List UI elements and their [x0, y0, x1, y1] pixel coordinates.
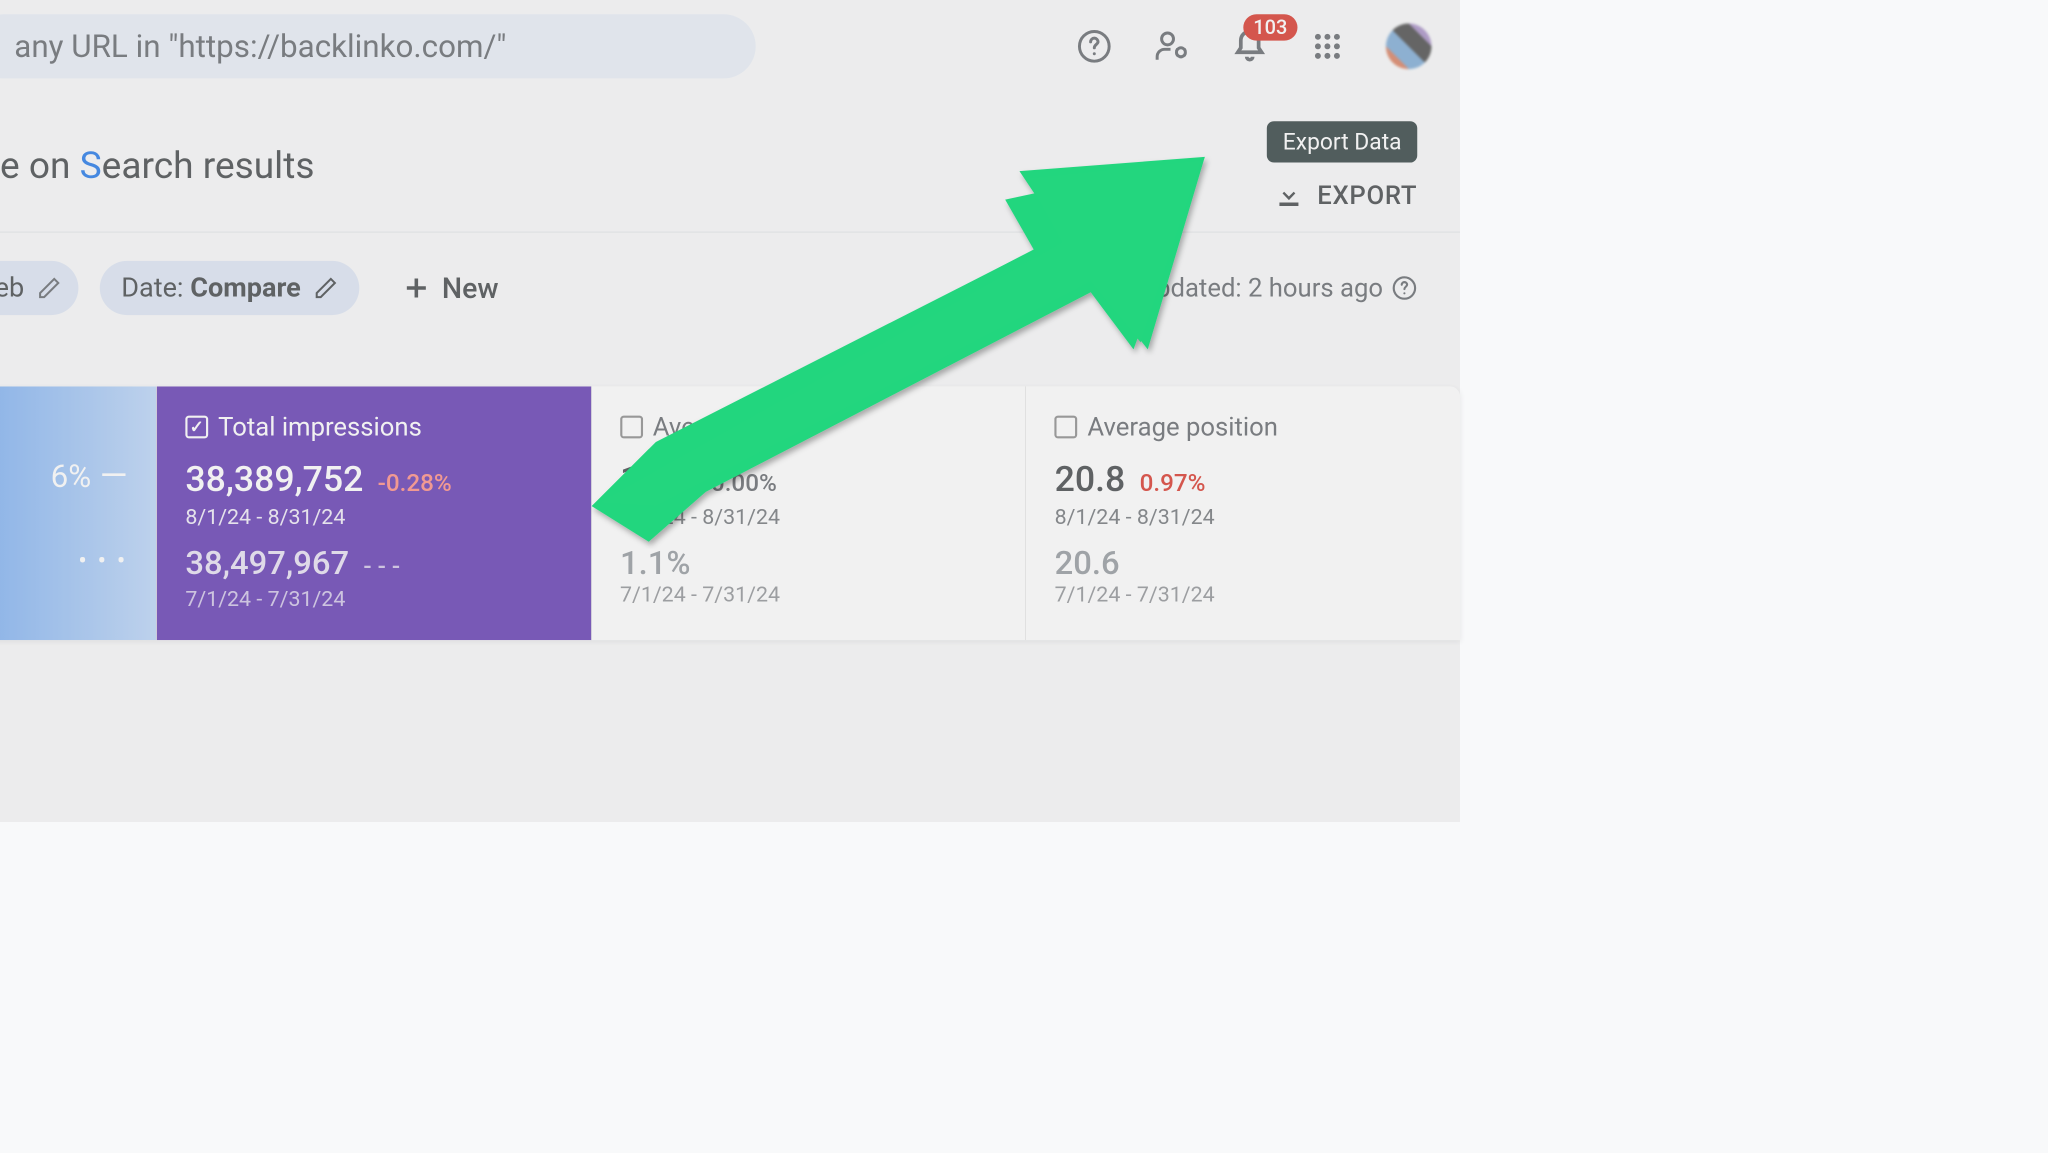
search-input[interactable]: any URL in "https://backlinko.com/": [0, 14, 756, 78]
ctr-value: 1.1%: [620, 459, 697, 500]
filter-chip-searchtype[interactable]: eb: [0, 261, 78, 315]
notifications-icon[interactable]: 103: [1230, 27, 1268, 65]
export-button[interactable]: EXPORT: [1274, 180, 1417, 210]
pencil-icon: [37, 276, 61, 300]
help-icon[interactable]: [1392, 275, 1418, 301]
impressions-value: 38,389,752: [185, 459, 363, 500]
position-value: 20.8: [1055, 459, 1126, 500]
notification-badge: 103: [1243, 14, 1297, 40]
help-icon[interactable]: [1075, 27, 1113, 65]
filter-chip-date[interactable]: Date: Compare: [100, 261, 359, 315]
position-delta: 0.97%: [1140, 469, 1206, 498]
ctr-delta: 0.00%: [711, 469, 777, 498]
impressions-delta: -0.28%: [378, 469, 452, 498]
pencil-icon: [314, 276, 338, 300]
metric-card-clicks[interactable]: 6%— • • •: [0, 386, 157, 640]
plus-icon: [402, 274, 431, 303]
search-placeholder: any URL in "https://backlinko.com/": [14, 28, 506, 65]
user-settings-icon[interactable]: [1153, 27, 1191, 65]
metric-card-position[interactable]: Average position 20.8 0.97% 8/1/24 - 8/3…: [1026, 386, 1460, 640]
new-filter-button[interactable]: New: [402, 271, 499, 305]
checkbox-icon[interactable]: [620, 416, 643, 439]
checkbox-icon[interactable]: [185, 416, 208, 439]
export-tooltip: Export Data: [1267, 121, 1417, 162]
metric-card-impressions[interactable]: Total impressions 38,389,752 -0.28% 8/1/…: [157, 386, 592, 640]
page-title: e on Search results: [0, 144, 314, 187]
download-icon: [1274, 181, 1303, 210]
avatar[interactable]: [1386, 24, 1432, 70]
checkbox-icon[interactable]: [1055, 416, 1078, 439]
export-label: EXPORT: [1317, 180, 1417, 210]
last-updated: updated: 2 hours ago: [1142, 273, 1417, 303]
apps-icon[interactable]: [1308, 27, 1346, 65]
metric-card-ctr[interactable]: Average CTR 1.1% 0.00% 8/1/24 - 8/31/24 …: [591, 386, 1026, 640]
metrics-row: 6%— • • • Total impressions 38,389,752 -…: [0, 386, 1460, 640]
